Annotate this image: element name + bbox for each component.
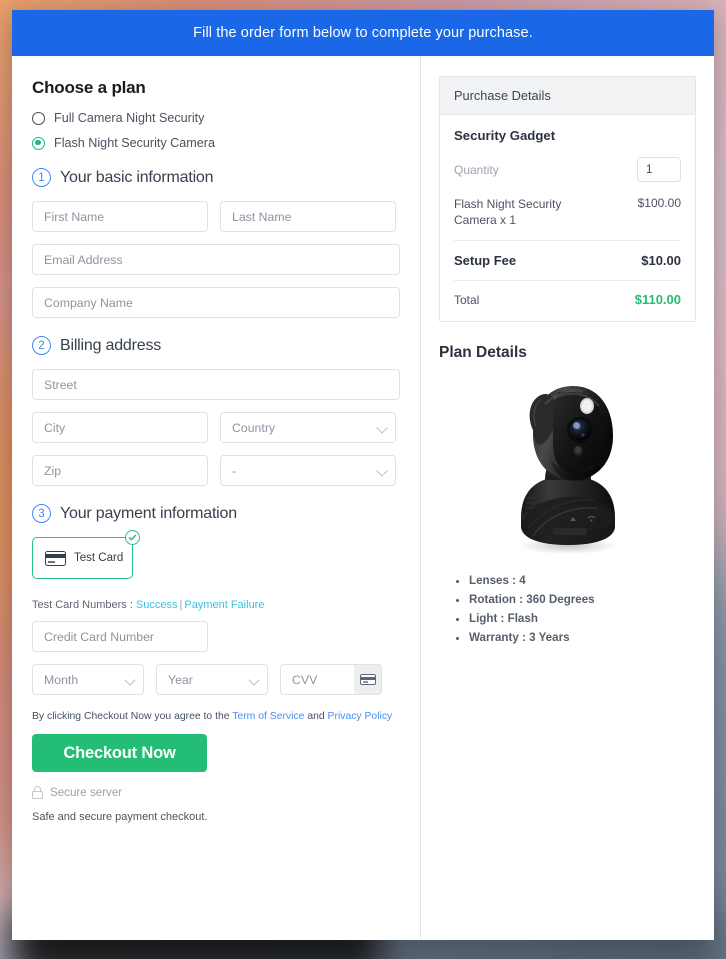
setup-fee-label: Setup Fee — [454, 253, 517, 269]
step-header-payment-information: 3 Your payment information — [32, 504, 400, 523]
header-banner-text: Fill the order form below to complete yo… — [193, 25, 533, 41]
test-card-numbers-label: Test Card Numbers : — [32, 599, 133, 611]
payment-method-label: Test Card — [74, 552, 124, 564]
total-row: Total $110.00 — [454, 281, 681, 311]
line-item-price: $100.00 — [637, 196, 681, 210]
page-body: Choose a plan Full Camera Night Security… — [12, 56, 714, 940]
country-select-wrapper[interactable] — [220, 412, 396, 443]
test-card-success-link[interactable]: Success — [136, 599, 178, 611]
product-name: Security Gadget — [454, 128, 556, 143]
setup-fee-price: $10.00 — [641, 253, 681, 269]
terms-agreement-text: By clicking Checkout Now you agree to th… — [32, 711, 400, 722]
purchase-details-header: Purchase Details — [440, 77, 695, 115]
plan-option-label: Flash Night Security Camera — [54, 136, 215, 150]
quantity-row: Quantity — [454, 157, 681, 182]
checkout-now-button[interactable]: Checkout Now — [32, 734, 207, 772]
month-select-wrapper[interactable] — [32, 664, 144, 695]
plan-features-list: Lenses : 4 Rotation : 360 Degrees Light … — [439, 572, 696, 647]
checkout-page: Fill the order form below to complete yo… — [12, 10, 714, 940]
line-item-row: Flash Night Security Camera x 1 $100.00 — [454, 196, 681, 240]
secure-server-label: Secure server — [50, 786, 123, 799]
secure-server-row: Secure server — [32, 786, 400, 799]
privacy-policy-link[interactable]: Privacy Policy — [328, 711, 393, 722]
state-select-wrapper[interactable] — [220, 455, 396, 486]
cvv-card-icon — [354, 664, 382, 695]
city-input[interactable] — [32, 412, 208, 443]
step-title: Your basic information — [60, 168, 214, 186]
street-field-row — [32, 369, 400, 400]
expiry-month-select[interactable] — [32, 664, 144, 695]
state-select[interactable] — [220, 455, 396, 486]
purchase-details-body: Security Gadget Quantity Flash Night Sec… — [440, 115, 695, 321]
step-number-badge: 3 — [32, 504, 51, 523]
header-banner: Fill the order form below to complete yo… — [12, 10, 714, 56]
test-card-failure-link[interactable]: Payment Failure — [184, 599, 264, 611]
company-field-row — [32, 287, 400, 318]
line-item-name: Flash Night Security Camera x 1 — [454, 197, 562, 228]
total-price: $110.00 — [634, 292, 681, 308]
step-title: Billing address — [60, 336, 162, 354]
company-name-input[interactable] — [32, 287, 400, 318]
zip-input[interactable] — [32, 455, 208, 486]
safe-checkout-note: Safe and secure payment checkout. — [32, 811, 208, 823]
plan-option-full-camera-night-security[interactable]: Full Camera Night Security — [32, 111, 400, 125]
email-input[interactable] — [32, 244, 400, 275]
expiry-cvv-field-row — [32, 664, 400, 695]
summary-column: Purchase Details Security Gadget Quantit… — [421, 56, 714, 940]
step-header-billing-address: 2 Billing address — [32, 336, 400, 355]
test-card-numbers-line: Test Card Numbers : Success | Payment Fail… — [32, 599, 400, 611]
list-item: Light : Flash — [469, 610, 696, 629]
setup-fee-row: Setup Fee $10.00 — [454, 241, 681, 280]
plan-option-flash-night-security-camera[interactable]: Flash Night Security Camera — [32, 136, 400, 150]
quantity-label: Quantity — [454, 162, 499, 177]
choose-plan-title: Choose a plan — [32, 78, 146, 97]
quantity-input[interactable] — [637, 157, 681, 182]
list-item: Lenses : 4 — [469, 572, 696, 591]
street-input[interactable] — [32, 369, 400, 400]
zip-state-field-row — [32, 455, 400, 486]
step-number-badge: 2 — [32, 336, 51, 355]
step-header-basic-information: 1 Your basic information — [32, 168, 400, 187]
name-field-row — [32, 201, 400, 232]
radio-icon[interactable] — [32, 111, 45, 125]
city-country-field-row — [32, 412, 400, 443]
cvv-input[interactable] — [280, 664, 354, 695]
step-number-badge: 1 — [32, 168, 51, 187]
credit-card-number-input[interactable] — [32, 621, 208, 652]
year-select-wrapper[interactable] — [156, 664, 268, 695]
plan-option-label: Full Camera Night Security — [54, 111, 205, 125]
step-title: Your payment information — [60, 504, 237, 522]
expiry-year-select[interactable] — [156, 664, 268, 695]
country-select[interactable] — [220, 412, 396, 443]
plan-details-title: Plan Details — [439, 344, 527, 362]
check-circle-icon — [125, 530, 140, 545]
list-item: Rotation : 360 Degrees — [469, 591, 696, 610]
order-form-column: Choose a plan Full Camera Night Security… — [12, 56, 420, 940]
total-label: Total — [454, 292, 480, 307]
credit-card-icon — [45, 550, 66, 566]
list-item: Warranty : 3 Years — [469, 629, 696, 648]
lock-icon — [32, 786, 43, 799]
radio-selected-icon[interactable] — [32, 136, 45, 150]
last-name-input[interactable] — [220, 201, 396, 232]
purchase-details-card: Purchase Details Security Gadget Quantit… — [439, 76, 696, 323]
cvv-group — [280, 664, 382, 695]
email-field-row — [32, 244, 400, 275]
terms-prefix: By clicking Checkout Now you agree to th… — [32, 711, 230, 722]
first-name-input[interactable] — [32, 201, 208, 232]
terms-of-service-link[interactable]: Term of Service — [232, 711, 304, 722]
payment-method-test-card[interactable]: Test Card — [32, 530, 140, 579]
camera-product-image — [439, 368, 696, 558]
card-number-field-row — [32, 621, 400, 652]
terms-conjunction: and — [307, 711, 325, 722]
